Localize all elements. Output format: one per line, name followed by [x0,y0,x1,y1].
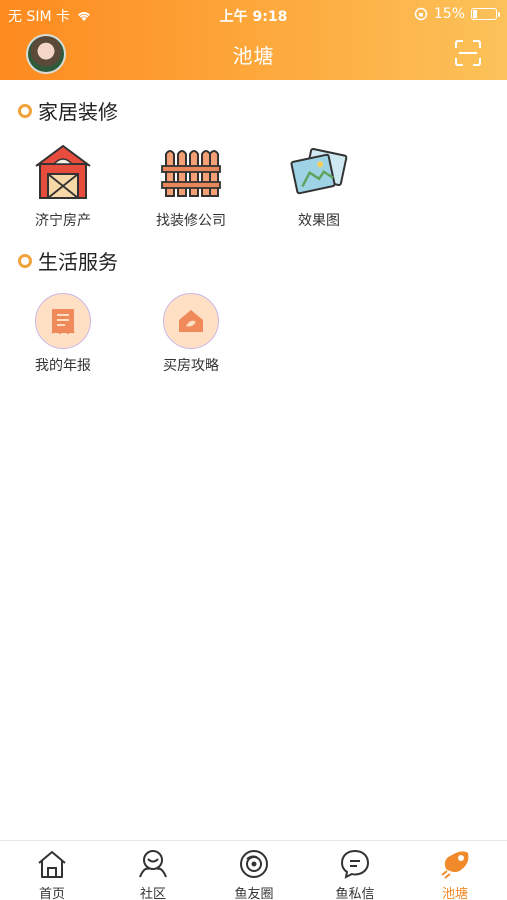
item-renderings[interactable]: 效果图 [264,142,374,230]
tab-community[interactable]: 社区 [103,847,203,900]
battery-percent: 15% [433,6,465,22]
item-house-buying-guide[interactable]: 买房攻略 [136,290,246,375]
tab-label: 社区 [139,887,166,900]
item-find-decoration-company[interactable]: 找装修公司 [136,142,246,230]
community-icon [139,850,167,878]
section-home-decoration: 家居装修 济宁房产 找装修公司 效果图 [0,96,507,236]
tab-home[interactable]: 首页 [2,847,102,900]
tab-label: 鱼友圈 [234,887,274,900]
section-title: 家居装修 [18,96,118,125]
tab-label: 首页 [38,887,65,900]
item-label: 找装修公司 [156,213,226,229]
item-label: 济宁房产 [35,213,91,229]
home-icon [38,851,66,878]
item-label: 效果图 [298,213,340,229]
pond-icon [441,851,469,879]
item-my-annual-report[interactable]: 我的年报 [8,290,118,375]
status-bar: 无 SIM 卡 上午 9:18 15% [0,0,507,28]
tab-bar: 首页 社区 鱼友圈 鱼私信 池塘 [0,840,507,900]
tab-label: 池塘 [441,887,468,900]
message-icon [340,849,370,879]
tab-fish-messages[interactable]: 鱼私信 [305,847,405,900]
house-guide-icon [163,293,219,349]
barn-icon [35,144,91,199]
header: 无 SIM 卡 上午 9:18 15% 池塘 [0,0,507,80]
orientation-lock-icon [414,7,428,21]
fence-icon [161,150,221,197]
section-dot-icon [18,253,32,268]
section-dot-icon [18,103,32,118]
page-title: 池塘 [232,44,275,68]
battery-icon [471,8,500,20]
section-life-services: 生活服务 我的年报 买房攻略 [0,246,507,386]
scan-icon[interactable] [455,40,481,66]
item-jining-property[interactable]: 济宁房产 [8,142,118,230]
gallery-icon [290,147,348,195]
tab-pond[interactable]: 池塘 [405,847,505,900]
nav-bar: 池塘 [0,28,507,80]
circle-icon [240,850,268,878]
section-title: 生活服务 [18,246,118,275]
item-label: 买房攻略 [163,358,219,374]
item-label: 我的年报 [35,358,91,374]
tab-fish-friends[interactable]: 鱼友圈 [204,847,304,900]
report-icon [35,293,91,349]
tab-label: 鱼私信 [335,887,375,900]
